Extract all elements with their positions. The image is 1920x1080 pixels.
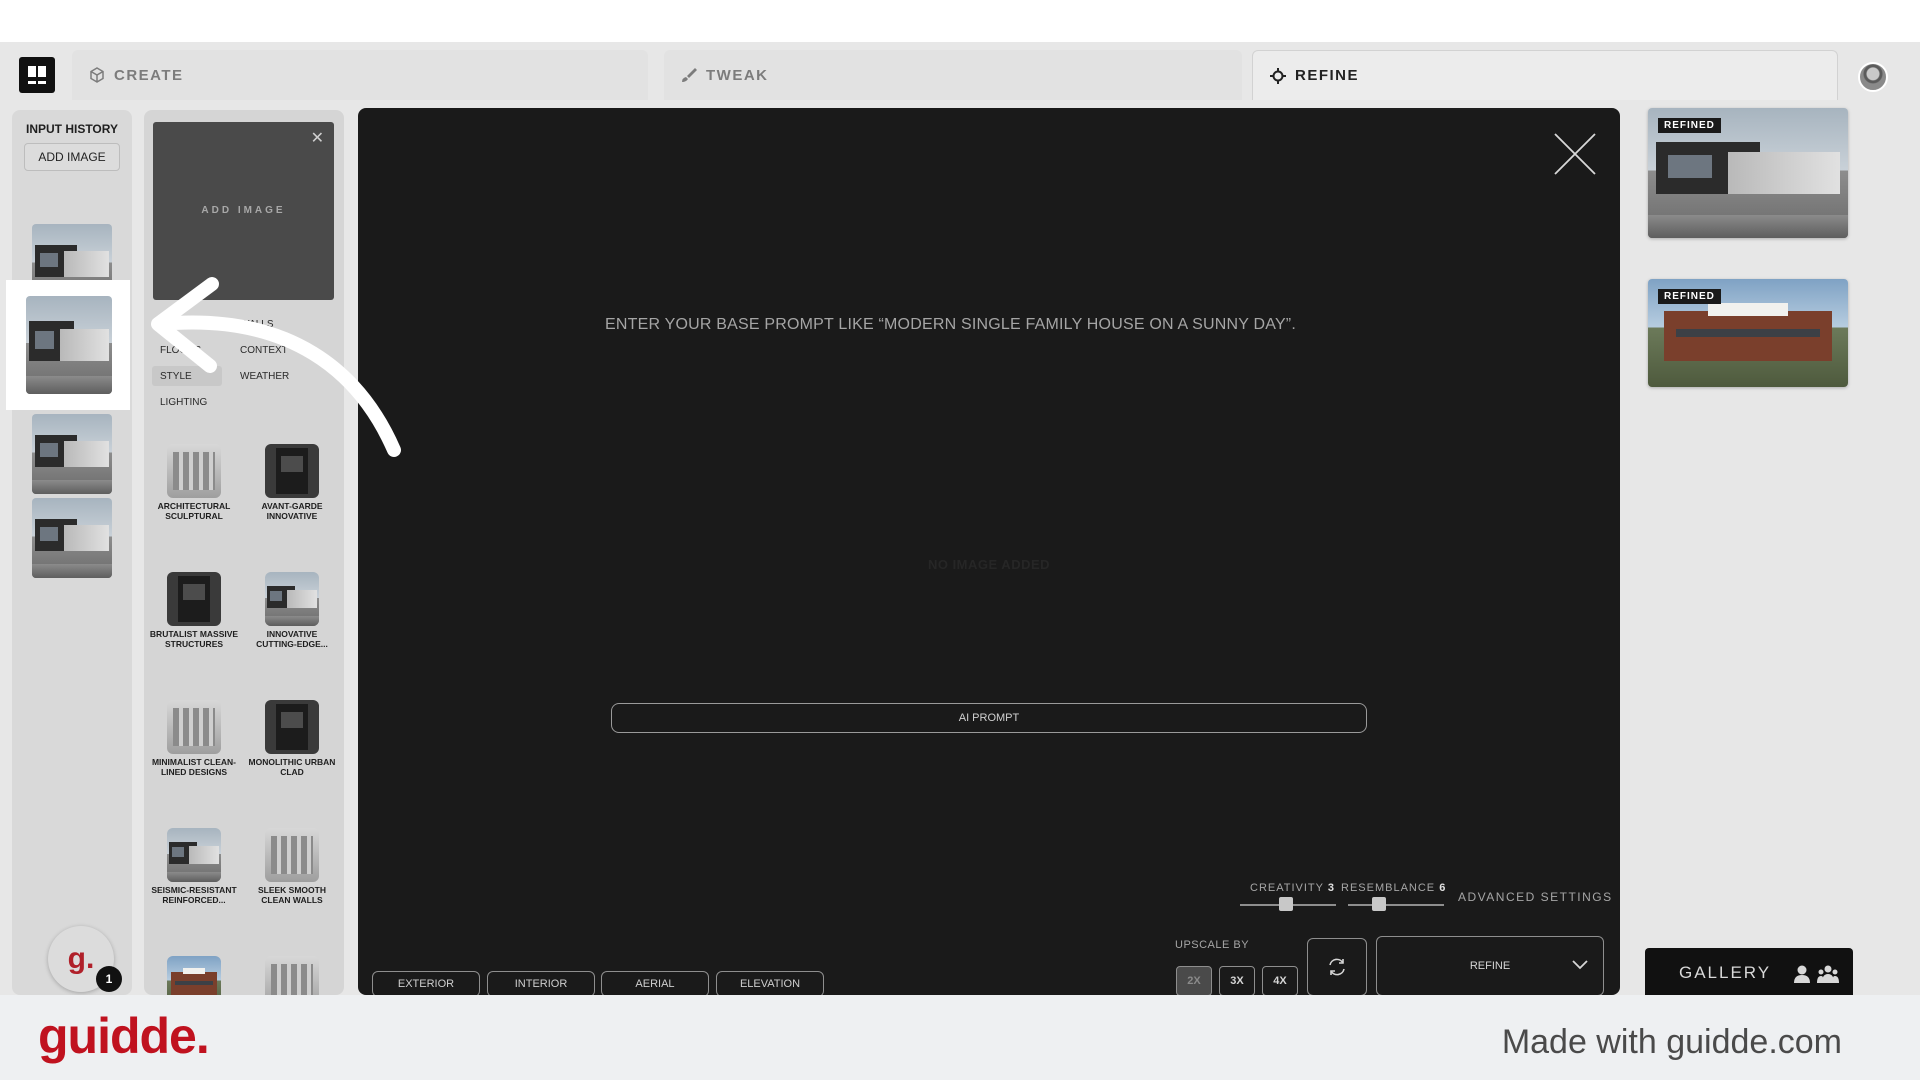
style-option[interactable]: SLEEK SMOOTH CLEAN WALLS (246, 828, 338, 905)
close-icon[interactable] (1551, 130, 1599, 178)
add-image-button[interactable]: ADD IMAGE (24, 143, 120, 171)
user-avatar[interactable] (1858, 62, 1888, 92)
style-label: CLAD (280, 766, 304, 777)
building-image (32, 498, 112, 578)
style-thumbnail (265, 572, 319, 626)
tab-create[interactable]: CREATE (72, 50, 648, 100)
input-history-panel: INPUT HISTORY ADD IMAGE (12, 110, 132, 995)
tab-tweak[interactable]: TWEAK (664, 50, 1242, 100)
style-thumbnail (167, 828, 221, 882)
refined-result-card[interactable]: REFINED (1648, 279, 1848, 387)
style-option[interactable] (246, 956, 338, 995)
style-option[interactable]: MINIMALIST CLEAN- LINED DESIGNS (148, 700, 240, 777)
guidde-footer: guidde. Made with guidde.com (0, 995, 1920, 1080)
ai-prompt-button[interactable]: AI PROMPT (611, 703, 1367, 733)
advanced-settings-link[interactable]: ADVANCED SETTINGS (1458, 890, 1613, 904)
regenerate-button[interactable] (1307, 938, 1367, 995)
app-window: CREATE TWEAK REFINE INPUT HISTORY ADD IM… (0, 42, 1920, 995)
resemblance-slider-track[interactable] (1348, 904, 1444, 906)
refine-button[interactable]: REFINE (1376, 936, 1604, 995)
tab-create-label: CREATE (114, 66, 184, 84)
style-label: REINFORCED... (162, 894, 226, 905)
cube-icon (90, 67, 104, 83)
style-option[interactable] (148, 956, 240, 995)
main-canvas: ENTER YOUR BASE PROMPT LIKE “MODERN SING… (358, 108, 1620, 995)
upscale-4x-button[interactable]: 4X (1262, 966, 1298, 995)
style-label: INNOVATIVE (266, 510, 318, 521)
style-thumbnail (167, 700, 221, 754)
upscale-3x-button[interactable]: 3X (1219, 966, 1255, 995)
no-image-text: NO IMAGE ADDED (927, 557, 1051, 572)
view-exterior-button[interactable]: EXTERIOR (372, 971, 480, 995)
style-option[interactable]: SEISMIC-RESISTANT REINFORCED... (148, 828, 240, 905)
style-label: STRUCTURES (164, 638, 224, 649)
app-logo[interactable] (19, 57, 55, 93)
tab-refine-label: REFINE (1295, 67, 1360, 84)
resemblance-label: RESEMBLANCE 6 (1341, 882, 1446, 894)
history-thumbnail[interactable] (32, 498, 112, 578)
gallery-button[interactable]: GALLERY (1645, 948, 1853, 995)
tab-tweak-label: TWEAK (706, 66, 769, 84)
refined-badge: REFINED (1658, 118, 1721, 133)
resemblance-label-text: RESEMBLANCE (1341, 882, 1436, 894)
prompt-hint[interactable]: ENTER YOUR BASE PROMPT LIKE “MODERN SING… (358, 316, 1543, 334)
brush-icon (682, 68, 697, 82)
refined-result-card[interactable]: REFINED (1648, 108, 1848, 238)
gallery-label: GALLERY (1679, 963, 1772, 982)
refined-badge: REFINED (1658, 289, 1721, 304)
style-thumbnail (265, 700, 319, 754)
crosshair-icon (1270, 67, 1286, 84)
style-thumbnail (265, 828, 319, 882)
creativity-label: CREATIVITY 3 (1250, 882, 1335, 894)
style-panel: ADD IMAGE ✕ TYPE WALLS FLOORS CONTEXT ST… (144, 110, 344, 995)
tab-refine[interactable]: REFINE (1252, 50, 1838, 100)
refresh-icon (1329, 958, 1345, 976)
style-label: LINED DESIGNS (160, 766, 228, 777)
resemblance-slider-handle[interactable] (1372, 897, 1386, 911)
guidde-logo[interactable]: guidde. (38, 1007, 210, 1065)
style-option[interactable]: INNOVATIVE CUTTING-EDGE... (246, 572, 338, 649)
add-image-label: ADD IMAGE (201, 205, 286, 216)
group-icon[interactable] (1817, 964, 1839, 984)
arrow-pointer-icon (151, 277, 401, 457)
made-with-guidde-text[interactable]: Made with guidde.com (1502, 1023, 1842, 1062)
creativity-slider-handle[interactable] (1279, 897, 1293, 911)
notification-count-badge: 1 (96, 966, 122, 992)
view-aerial-button[interactable]: AERIAL (601, 971, 709, 995)
refine-button-label: REFINE (1469, 960, 1511, 972)
style-thumbnail (167, 572, 221, 626)
resemblance-value: 6 (1439, 882, 1447, 894)
input-history-title: INPUT HISTORY (25, 122, 118, 136)
creativity-value: 3 (1327, 882, 1335, 894)
style-option[interactable]: BRUTALIST MASSIVE STRUCTURES (148, 572, 240, 649)
user-icon[interactable] (1793, 964, 1811, 984)
close-icon[interactable]: ✕ (311, 128, 324, 148)
creativity-label-text: CREATIVITY (1250, 882, 1324, 894)
building-image (26, 296, 112, 394)
building-image (32, 414, 112, 494)
style-label: SCULPTURAL (165, 510, 223, 521)
highlighted-history-thumbnail[interactable] (26, 296, 112, 394)
style-thumbnail (167, 956, 221, 995)
style-label: CUTTING-EDGE... (256, 638, 328, 649)
chevron-down-icon[interactable] (1571, 959, 1589, 971)
view-interior-button[interactable]: INTERIOR (487, 971, 595, 995)
upscale-label: UPSCALE BY (1175, 939, 1250, 951)
history-thumbnail[interactable] (32, 414, 112, 494)
upscale-2x-button[interactable]: 2X (1176, 966, 1212, 995)
style-option[interactable]: MONOLITHIC URBAN CLAD (246, 700, 338, 777)
style-label: CLEAN WALLS (261, 894, 323, 905)
view-elevation-button[interactable]: ELEVATION (716, 971, 824, 995)
style-thumbnail (265, 956, 319, 995)
